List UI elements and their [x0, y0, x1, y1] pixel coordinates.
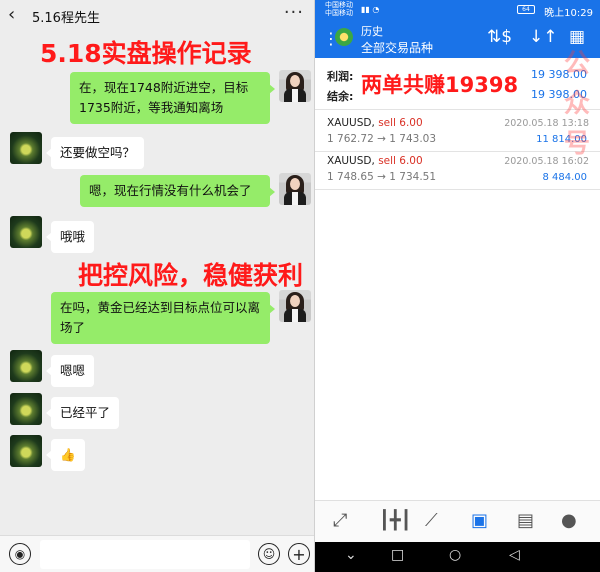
trade-symbol: XAUUSD, sell 6.00 — [327, 117, 423, 129]
message-input[interactable] — [40, 540, 250, 569]
avatar[interactable] — [10, 132, 42, 164]
carrier-1: 中国移动 — [325, 1, 353, 9]
arrow-icon: → — [377, 171, 386, 183]
symbol: XAUUSD, — [327, 117, 375, 129]
overlay-slogan: 把控风险，稳健获利 — [78, 261, 304, 290]
open-price: 1 748.65 — [327, 171, 374, 183]
message-bubble[interactable]: 在吗，黄金已经达到目标点位可以离场了 — [51, 292, 275, 344]
message-bubble[interactable]: 嗯，现在行情没有什么机会了 — [80, 175, 275, 207]
status-bar: 中国移动 中国移动 ▮▮ ◔ 64 晚上10:29 — [315, 0, 600, 20]
battery-icon: 64 — [517, 5, 535, 14]
avatar[interactable] — [279, 70, 311, 102]
emoji-icon[interactable]: ☺ — [258, 543, 280, 565]
message-bubble[interactable]: 哦哦 — [45, 221, 95, 253]
carrier-label: 中国移动 中国移动 — [325, 1, 353, 17]
chart-icon[interactable]: ┃╋┃ — [379, 510, 412, 531]
plus-icon[interactable]: + — [288, 543, 310, 565]
back-nav-icon[interactable]: ◁ — [509, 547, 520, 563]
close-price: 1 734.51 — [389, 171, 437, 183]
trading-history-panel: 中国移动 中国移动 ▮▮ ◔ 64 晚上10:29 ⋮ 历史 全部交易品种 ⇅$… — [314, 0, 600, 572]
close-price: 1 743.03 — [389, 133, 437, 145]
trade-profit: 8 484.00 — [542, 172, 587, 183]
trade-row[interactable]: XAUUSD, sell 6.00 1 762.72 → 1 743.03 20… — [315, 114, 600, 152]
home-icon[interactable]: ○ — [449, 547, 461, 563]
message-bubble[interactable]: 已经平了 — [45, 397, 120, 429]
clock: 晚上10:29 — [544, 8, 593, 19]
chat-input-bar: ◉ ☺ + — [0, 535, 314, 572]
watermark: 公众号 — [563, 49, 590, 159]
profit-label: 利润: — [327, 70, 354, 83]
more-options-icon[interactable]: ··· — [284, 2, 304, 23]
trade-side: sell 6.00 — [378, 155, 423, 167]
thumbs-up-message[interactable]: 👍 — [46, 439, 85, 471]
avatar[interactable] — [10, 435, 42, 467]
bottom-nav: ⤢ ┃╋┃ ⟋ ▣ ▤ ● — [315, 500, 600, 542]
avatar[interactable] — [10, 216, 42, 248]
news-icon[interactable]: ▤ — [517, 510, 534, 531]
overlay-title: 5.18实盘操作记录 — [40, 39, 252, 68]
symbol-filter[interactable]: 全部交易品种 — [361, 39, 433, 56]
trade-symbol: XAUUSD, sell 6.00 — [327, 155, 423, 167]
voice-icon[interactable]: ◉ — [9, 543, 31, 565]
balance-label: 结余: — [327, 90, 354, 103]
avatar[interactable] — [279, 290, 311, 322]
sort-icon[interactable]: ↓↑ — [529, 27, 558, 47]
avatar[interactable] — [279, 173, 311, 205]
system-nav-bar: ⌄ □ ○ ◁ — [315, 542, 600, 572]
open-price: 1 762.72 — [327, 133, 374, 145]
trade-prices: 1 762.72 → 1 743.03 — [327, 133, 436, 145]
app-logo-icon — [335, 28, 353, 46]
signal-icon: ▮▮ ◔ — [361, 5, 380, 14]
arrow-icon: → — [377, 133, 386, 145]
back-icon[interactable]: ‹ — [8, 4, 15, 25]
summary: 利润: 19 398.00 结余: 19 398.00 两单共赚19398 — [315, 58, 600, 110]
chat-panel: ‹ 5.16程先生 ··· 5.18实盘操作记录 在，现在1748附近进空，目标… — [0, 0, 314, 572]
avatar[interactable] — [10, 393, 42, 425]
trade-row[interactable]: XAUUSD, sell 6.00 1 748.65 → 1 734.51 20… — [315, 152, 600, 190]
symbol: XAUUSD, — [327, 155, 375, 167]
message-bubble[interactable]: 嗯嗯 — [45, 355, 95, 387]
message-bubble[interactable]: 还要做空吗？ — [45, 137, 145, 169]
recent-apps-icon[interactable]: □ — [391, 547, 404, 563]
chat-icon[interactable]: ● — [561, 510, 577, 531]
carrier-2: 中国移动 — [325, 9, 353, 17]
message-bubble[interactable]: 在，现在1748附近进空，目标1735附近，等我通知离场 — [70, 72, 275, 124]
chat-header: ‹ 5.16程先生 ··· — [0, 0, 314, 30]
overlay-profit: 两单共赚19398 — [361, 73, 519, 97]
avatar[interactable] — [10, 350, 42, 382]
page-title: 历史 — [361, 25, 383, 38]
chat-title: 5.16程先生 — [32, 11, 100, 26]
currency-icon[interactable]: ⇅$ — [487, 27, 512, 47]
app-bar: ⋮ 历史 全部交易品种 ⇅$ ↓↑ ▦ — [315, 20, 600, 58]
trade-side: sell 6.00 — [378, 117, 423, 129]
hide-icon[interactable]: ⌄ — [345, 547, 357, 563]
history-icon[interactable]: ▣ — [471, 510, 488, 531]
trade-icon[interactable]: ⟋ — [425, 510, 438, 531]
quotes-icon[interactable]: ⤢ — [333, 510, 347, 531]
trade-prices: 1 748.65 → 1 734.51 — [327, 171, 436, 183]
